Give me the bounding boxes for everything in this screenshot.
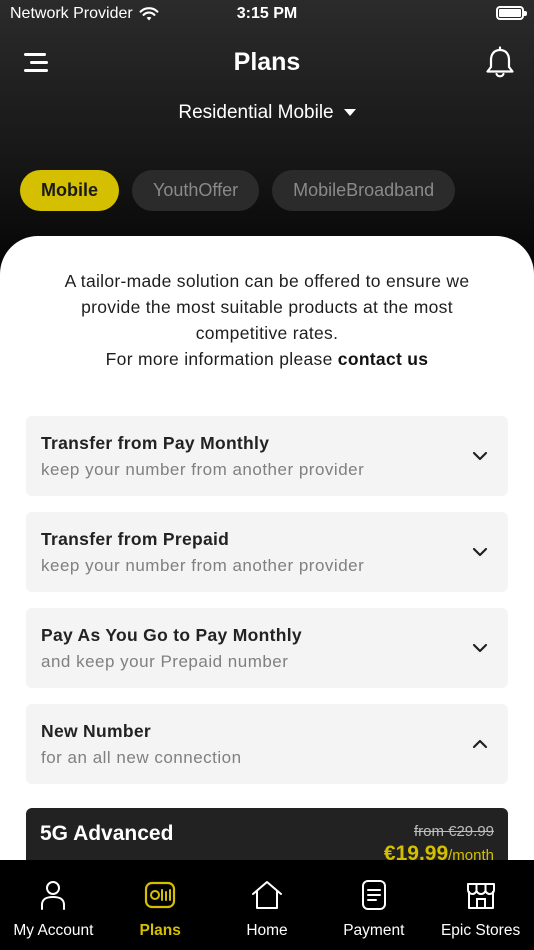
chip-mobile[interactable]: Mobile bbox=[20, 170, 119, 211]
accordion-subtitle: keep your number from another provider bbox=[41, 460, 365, 479]
plan-original-price: from €29.99 bbox=[413, 823, 494, 840]
plan-name: 5G Advanced bbox=[40, 822, 174, 845]
intro-description: A tailor-made solution can be offered to… bbox=[64, 271, 470, 343]
accordion-transfer-pay-monthly[interactable]: Transfer from Pay Monthly keep your numb… bbox=[26, 416, 508, 496]
accordion-title: Transfer from Pay Monthly bbox=[41, 433, 270, 453]
page-title: Plans bbox=[233, 48, 301, 76]
intro-text: A tailor-made solution can be offered to… bbox=[38, 268, 496, 372]
person-icon bbox=[41, 881, 66, 910]
store-icon bbox=[466, 883, 495, 909]
chevron-up-icon bbox=[472, 739, 488, 749]
content-card: A tailor-made solution can be offered to… bbox=[0, 236, 534, 950]
receipt-icon bbox=[361, 880, 386, 910]
tab-label: My Account bbox=[13, 922, 94, 939]
caret-down-icon bbox=[343, 109, 356, 117]
tab-payment[interactable]: Payment bbox=[320, 860, 427, 950]
chevron-down-icon bbox=[472, 547, 488, 557]
accordion-subtitle: and keep your Prepaid number bbox=[41, 652, 289, 671]
tab-label: Plans bbox=[139, 922, 181, 939]
title-bar: Plans bbox=[0, 40, 534, 86]
segment-dropdown[interactable]: Residential Mobile bbox=[0, 102, 534, 124]
accordion-title: Pay As You Go to Pay Monthly bbox=[41, 625, 302, 645]
intro-more-info: For more information please bbox=[105, 349, 333, 369]
tab-label: Home bbox=[246, 922, 288, 939]
battery-icon bbox=[496, 6, 527, 20]
accordion-subtitle: keep your number from another provider bbox=[41, 556, 365, 575]
clock: 3:15 PM bbox=[236, 5, 298, 22]
accordion-subtitle: for an all new connection bbox=[41, 748, 242, 767]
chevron-down-icon bbox=[472, 451, 488, 461]
bell-icon[interactable] bbox=[484, 46, 516, 80]
tab-label: Epic Stores bbox=[440, 922, 521, 939]
tab-my-account[interactable]: My Account bbox=[0, 860, 107, 950]
accordion-transfer-prepaid[interactable]: Transfer from Prepaid keep your number f… bbox=[26, 512, 508, 592]
accordion-new-number[interactable]: New Number for an all new connection bbox=[26, 704, 508, 784]
tab-epic-stores[interactable]: Epic Stores bbox=[427, 860, 534, 950]
chip-youthoffer[interactable]: YouthOffer bbox=[132, 170, 260, 211]
tab-home[interactable]: Home bbox=[214, 860, 321, 950]
home-icon bbox=[251, 881, 282, 909]
tab-label: Payment bbox=[343, 922, 405, 939]
accordion-title: New Number bbox=[41, 721, 151, 741]
chip-mobilebroadband[interactable]: MobileBroadband bbox=[272, 170, 456, 211]
accordion-title: Transfer from Prepaid bbox=[41, 529, 230, 549]
segment-dropdown-label: Residential Mobile bbox=[178, 102, 334, 123]
contact-us-link[interactable]: contact us bbox=[338, 349, 429, 369]
plans-icon bbox=[145, 881, 176, 909]
tab-plans[interactable]: Plans bbox=[107, 860, 214, 950]
plan-category-chips: Mobile YouthOffer MobileBroadband bbox=[20, 170, 456, 211]
chevron-down-icon bbox=[472, 643, 488, 653]
accordion-payg-to-pay-monthly[interactable]: Pay As You Go to Pay Monthly and keep yo… bbox=[26, 608, 508, 688]
tab-bar: My Account Plans Home Payment Epic Store… bbox=[0, 860, 534, 950]
status-bar: Network Provider 3:15 PM bbox=[0, 0, 534, 28]
